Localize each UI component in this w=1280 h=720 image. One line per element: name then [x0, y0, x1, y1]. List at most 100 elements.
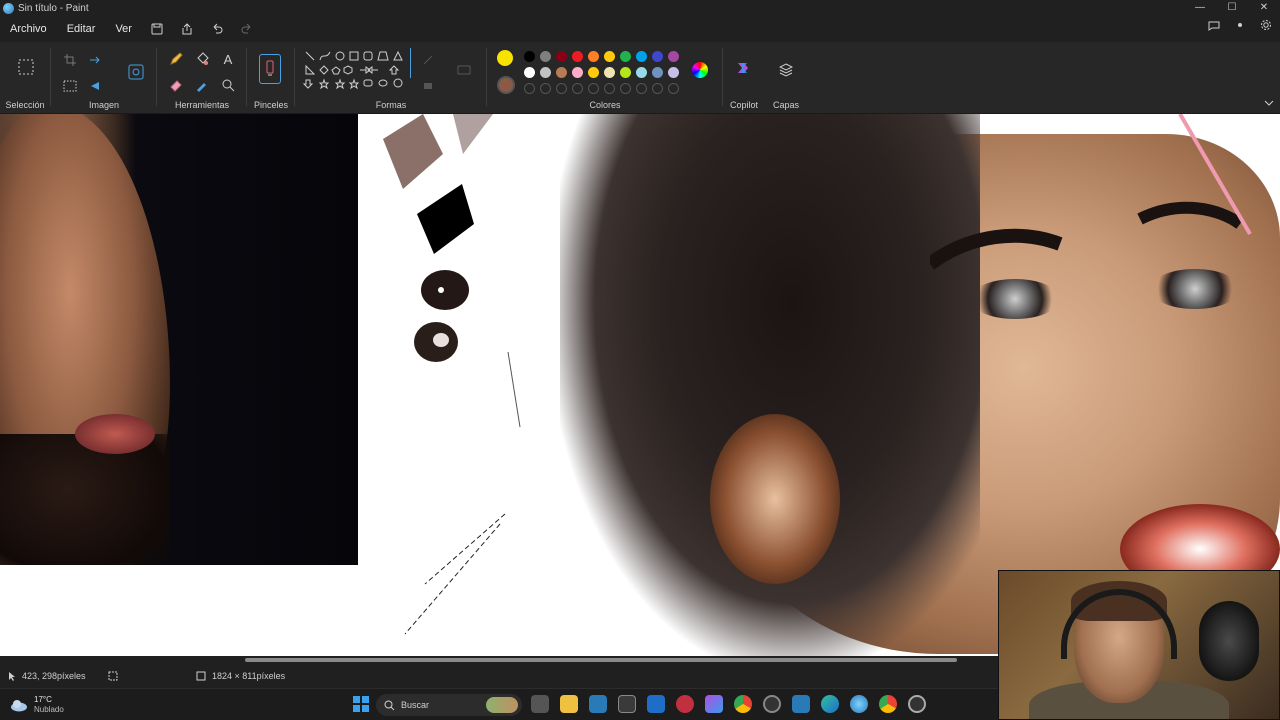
pencil-icon[interactable]: [166, 49, 186, 69]
remove-background-icon[interactable]: [60, 76, 80, 96]
color-swatch[interactable]: [604, 51, 615, 62]
empty-color-slot[interactable]: [604, 83, 615, 94]
close-button[interactable]: ✕: [1248, 0, 1280, 16]
shape-fill-icon[interactable]: [418, 76, 438, 96]
color-swatch[interactable]: [620, 51, 631, 62]
rectangle-select-icon[interactable]: [15, 56, 37, 78]
edit-colors-wheel-icon[interactable]: [692, 62, 708, 78]
account-icon[interactable]: [1234, 19, 1246, 34]
copilot-icon[interactable]: [733, 58, 753, 78]
obs-icon[interactable]: [763, 695, 781, 713]
collapse-ribbon-chevron-icon[interactable]: [1262, 96, 1276, 110]
outlook-icon[interactable]: [647, 695, 665, 713]
edge-icon[interactable]: [821, 695, 839, 713]
empty-color-slot[interactable]: [572, 83, 583, 94]
color-swatch[interactable]: [524, 51, 535, 62]
fill-bucket-icon[interactable]: [192, 49, 212, 69]
cursor-position: 423, 298píxeles: [22, 671, 86, 681]
color-swatch[interactable]: [668, 67, 679, 78]
app-icon[interactable]: [908, 695, 926, 713]
color-swatch[interactable]: [572, 67, 583, 78]
empty-color-slot[interactable]: [524, 83, 535, 94]
empty-color-slot[interactable]: [588, 83, 599, 94]
minimize-button[interactable]: —: [1184, 0, 1216, 16]
taskbar-search-box[interactable]: Buscar: [376, 694, 522, 716]
copilot-taskbar-icon[interactable]: [705, 695, 723, 713]
empty-color-slot[interactable]: [652, 83, 663, 94]
search-icon: [384, 700, 395, 710]
color-swatch[interactable]: [556, 51, 567, 62]
canvas-size: 1824 × 811píxeles: [212, 671, 286, 681]
shape-style-icon[interactable]: [454, 60, 474, 80]
color-swatch[interactable]: [572, 51, 583, 62]
color-swatch[interactable]: [636, 67, 647, 78]
rotate-icon[interactable]: [86, 76, 106, 96]
music-app-icon[interactable]: [676, 695, 694, 713]
menu-archivo[interactable]: Archivo: [0, 23, 57, 35]
weather-temperature: 17°C: [34, 695, 52, 704]
tools-group: A Herramientas: [158, 42, 246, 114]
ribbon-divider: [156, 48, 157, 106]
primary-color-swatch[interactable]: [497, 50, 513, 66]
shapes-group-label: Formas: [375, 100, 407, 110]
empty-color-slot[interactable]: [556, 83, 567, 94]
text-icon[interactable]: A: [218, 49, 238, 69]
empty-color-slot[interactable]: [620, 83, 631, 94]
undo-icon[interactable]: [207, 19, 227, 39]
color-swatch[interactable]: [540, 51, 551, 62]
weather-widget[interactable]: 17°C Nublado: [10, 695, 64, 715]
save-icon[interactable]: [147, 19, 167, 39]
image-generator-icon[interactable]: [126, 62, 146, 82]
ribbon-divider: [50, 48, 51, 106]
eraser-icon[interactable]: [166, 75, 186, 95]
color-swatch[interactable]: [540, 67, 551, 78]
chrome-icon[interactable]: [734, 695, 752, 713]
color-swatch[interactable]: [524, 67, 535, 78]
layers-group-label: Capas: [772, 100, 799, 110]
color-picker-icon[interactable]: [192, 75, 212, 95]
color-swatch[interactable]: [604, 67, 615, 78]
crop-icon[interactable]: [60, 50, 80, 70]
maximize-button[interactable]: ☐: [1216, 0, 1248, 16]
color-swatch[interactable]: [620, 67, 631, 78]
layers-icon[interactable]: [776, 60, 796, 80]
windows-start-icon[interactable]: [352, 695, 370, 713]
color-swatch[interactable]: [588, 67, 599, 78]
copilot-group-label: Copilot: [729, 100, 758, 110]
brush-icon[interactable]: [259, 54, 281, 84]
color-swatch[interactable]: [588, 51, 599, 62]
feedback-icon[interactable]: [1208, 19, 1220, 34]
shape-outline-icon[interactable]: [418, 50, 438, 70]
menu-editar[interactable]: Editar: [57, 23, 106, 35]
shapes-group: Formas: [296, 42, 486, 114]
color-swatch[interactable]: [652, 67, 663, 78]
shapes-gallery-icon[interactable]: [302, 49, 412, 97]
magnifier-icon[interactable]: [218, 75, 238, 95]
paint-taskbar-icon[interactable]: [850, 695, 868, 713]
color-swatch[interactable]: [556, 67, 567, 78]
resize-icon[interactable]: [86, 50, 106, 70]
scrollbar-thumb[interactable]: [245, 658, 957, 662]
app-icon[interactable]: [792, 695, 810, 713]
empty-color-slot[interactable]: [668, 83, 679, 94]
cursor-arrow-icon: [8, 671, 16, 681]
secondary-color-swatch[interactable]: [497, 76, 515, 94]
settings-gear-icon[interactable]: [1260, 19, 1272, 34]
copilot-group: Copilot: [724, 42, 764, 114]
chrome-profile-icon[interactable]: [879, 695, 897, 713]
redo-icon[interactable]: [237, 19, 257, 39]
task-view-icon[interactable]: [531, 695, 549, 713]
file-explorer-icon[interactable]: [560, 695, 578, 713]
empty-color-slot[interactable]: [540, 83, 551, 94]
empty-color-slot[interactable]: [636, 83, 647, 94]
color-swatch[interactable]: [636, 51, 647, 62]
portrait-ear: [710, 414, 840, 584]
menu-ver[interactable]: Ver: [105, 23, 142, 35]
menu-right-icons: [1208, 19, 1272, 34]
calendar-app-icon[interactable]: [618, 695, 636, 713]
ribbon-toolbar: Selección Imagen A Herramientas Pinceles…: [0, 42, 1280, 114]
color-swatch[interactable]: [668, 51, 679, 62]
share-icon[interactable]: [177, 19, 197, 39]
color-swatch[interactable]: [652, 51, 663, 62]
store-icon[interactable]: [589, 695, 607, 713]
